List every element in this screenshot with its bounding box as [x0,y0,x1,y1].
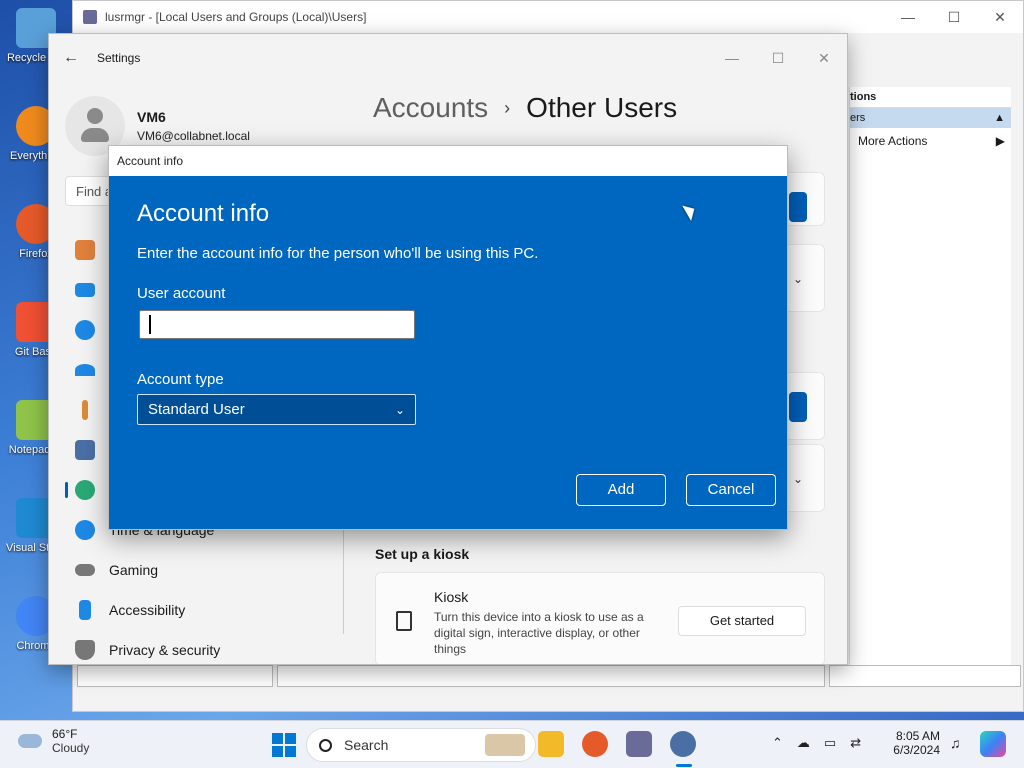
system-tray: ⌃ ☁ ▭ ⇄ [772,735,861,751]
clock[interactable]: 8:05 AM 6/3/2024 [890,729,940,757]
account-type-label: Account type [137,371,224,388]
accessibility-icon [79,600,91,620]
active-app-indicator [676,764,692,767]
dialog-description: Enter the account info for the person wh… [137,245,539,262]
settings-maximize-icon[interactable]: ☐ [755,50,801,67]
clock-date: 6/3/2024 [893,743,940,757]
nav-item-privacy[interactable]: Privacy & security [65,630,345,664]
network-icon[interactable]: ⇄ [850,735,861,751]
get-started-button[interactable]: Get started [678,606,806,636]
copilot-icon[interactable] [980,731,1006,757]
lusrmgr-titlebar[interactable]: lusrmgr - [Local Users and Groups (Local… [73,1,1023,33]
chevron-down-icon-2: ⌄ [793,472,804,486]
weather-widget[interactable]: 66°F Cloudy [18,727,89,755]
settings-titlebar[interactable]: ← Settings — ☐ ✕ [49,34,847,82]
windows-logo-icon [272,733,283,744]
profile-email: VM6@collabnet.local [137,129,250,143]
notification-bell-icon[interactable]: ♫ [950,735,961,751]
actions-header: tions [850,87,1011,108]
kiosk-card: Kiosk Turn this device into a kiosk to u… [375,572,825,664]
search-icon [319,738,332,752]
breadcrumb: Accounts › Other Users [373,92,677,124]
shield-icon [75,640,95,660]
add-account-button-edge[interactable] [789,192,807,222]
settings-close-icon[interactable]: ✕ [801,50,847,67]
profile-name: VM6 [137,109,166,125]
dialog-heading: Account info [137,200,270,227]
nav-divider [343,514,344,634]
close-icon[interactable]: ✕ [977,9,1023,26]
breadcrumb-chevron-icon: › [504,97,511,118]
middle-scrollbar[interactable] [277,665,825,687]
home-icon [75,240,95,260]
lusrmgr-app-icon [83,10,97,24]
clock-time: 8:05 AM [895,729,940,743]
dialog-body: Account info Enter the account info for … [109,176,787,529]
right-scrollbar[interactable] [829,665,1021,687]
chevron-right-icon: ▶ [995,134,1005,148]
kiosk-icon [396,611,412,631]
chevron-down-icon: ⌄ [793,272,804,286]
account-type-select[interactable]: Standard User ⌄ [137,394,416,425]
user-account-label: User account [137,285,226,302]
nav-item-accessibility[interactable]: Accessibility [65,590,345,630]
breadcrumb-accounts[interactable]: Accounts [373,92,488,124]
actions-users-header[interactable]: ers ▲ [850,108,1011,128]
person-icon [75,480,95,500]
dialog-titlebar[interactable]: Account info [109,146,787,176]
globe-icon [75,520,95,540]
display-icon[interactable]: ▭ [824,735,836,751]
start-button[interactable] [272,733,296,757]
kiosk-section-header: Set up a kiosk [375,546,470,562]
left-scrollbar[interactable] [77,665,273,687]
gamepad-icon [75,564,95,576]
bluetooth-icon [75,320,95,340]
chevron-down-icon-select: ⌄ [394,402,405,417]
user-account-input[interactable] [139,310,415,339]
brush-icon [82,400,88,420]
monitor-icon [75,283,95,297]
search-label: Search [344,737,389,753]
settings-title: Settings [97,51,141,65]
cancel-button[interactable]: Cancel [686,474,776,506]
account-type-value: Standard User [148,401,245,418]
file-explorer-icon[interactable] [538,731,564,757]
taskbar: 66°F Cloudy Search ⌃ ☁ ▭ ⇄ 8:05 AM 6/3/2… [0,720,1024,768]
cloud-sync-icon[interactable]: ☁ [797,735,810,751]
lusrmgr-title: lusrmgr - [Local Users and Groups (Local… [105,10,367,24]
taskbar-search[interactable]: Search [306,728,536,762]
lusrmgr-scrollbars [77,665,1021,687]
search-highlight-icon [485,734,525,756]
weather-condition: Cloudy [52,741,90,755]
settings-gear-icon[interactable] [670,731,696,757]
minimize-icon[interactable]: — [885,9,931,26]
apps-icon [75,440,95,460]
firefox-taskbar-icon[interactable] [582,731,608,757]
page-title: Other Users [526,92,678,123]
lusrmgr-taskbar-icon[interactable] [626,731,652,757]
kiosk-description: Turn this device into a kiosk to use as … [434,610,644,656]
collapse-icon: ▲ [994,112,1005,124]
text-caret [149,315,151,334]
add-button[interactable]: Add [576,474,666,506]
weather-temp: 66°F [52,727,78,741]
cloud-icon [18,734,42,748]
kiosk-title: Kiosk [434,589,469,605]
add-button-edge[interactable] [789,392,807,422]
back-arrow-icon[interactable]: ← [63,49,79,67]
more-actions-item[interactable]: More Actions ▶ [850,128,1011,154]
actions-pane: tions ers ▲ More Actions ▶ [849,87,1011,683]
maximize-icon[interactable]: ☐ [931,9,977,26]
wifi-icon [75,364,95,376]
nav-item-gaming[interactable]: Gaming [65,550,345,590]
settings-minimize-icon[interactable]: — [709,50,755,67]
chevron-up-icon[interactable]: ⌃ [772,735,783,751]
